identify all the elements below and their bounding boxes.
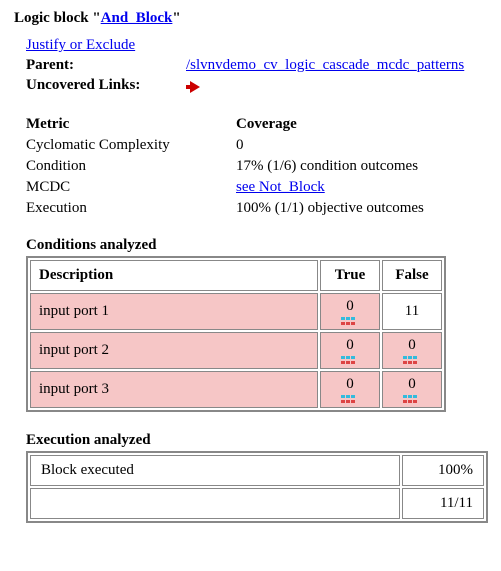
execution-table: Block executed 100% 11/11 bbox=[26, 451, 488, 523]
parent-link[interactable]: /slvnvdemo_cv_logic_cascade_mcdc_pattern… bbox=[186, 57, 464, 74]
col-false: False bbox=[382, 260, 442, 291]
cond-desc: input port 3 bbox=[30, 371, 318, 408]
tally-icon bbox=[403, 356, 421, 364]
metric-value: 100% (1/1) objective outcomes bbox=[236, 200, 466, 217]
cond-false-value: 0 bbox=[408, 337, 416, 354]
cond-false-cell: 11 bbox=[382, 293, 442, 330]
table-row: input port 3 0 0 bbox=[30, 371, 442, 408]
title-block-link[interactable]: And_Block bbox=[101, 10, 173, 26]
metrics-header-coverage: Coverage bbox=[236, 116, 466, 133]
cond-desc: input port 2 bbox=[30, 332, 318, 369]
metrics-header-metric: Metric bbox=[26, 116, 236, 133]
tally-icon bbox=[341, 317, 359, 325]
cond-false-value: 11 bbox=[405, 303, 419, 319]
cond-desc: input port 1 bbox=[30, 293, 318, 330]
table-row: Block executed 100% bbox=[30, 455, 484, 486]
table-row: 11/11 bbox=[30, 488, 484, 519]
title-prefix: Logic block " bbox=[14, 10, 101, 26]
conditions-table: Description True False input port 1 0 11… bbox=[26, 256, 446, 412]
execution-title: Execution analyzed bbox=[26, 432, 487, 449]
cond-true-cell[interactable]: 0 bbox=[320, 293, 380, 330]
justify-exclude-link[interactable]: Justify or Exclude bbox=[26, 37, 135, 54]
info-block: Justify or Exclude Parent: /slvnvdemo_cv… bbox=[26, 37, 487, 94]
cond-false-cell[interactable]: 0 bbox=[382, 371, 442, 408]
metric-name: MCDC bbox=[26, 179, 236, 196]
col-description: Description bbox=[30, 260, 318, 291]
page-title: Logic block "And_Block" bbox=[14, 10, 487, 27]
tally-icon bbox=[341, 395, 359, 403]
arrow-right-icon[interactable] bbox=[190, 81, 200, 98]
uncovered-links-label: Uncovered Links: bbox=[26, 77, 186, 94]
metric-name: Condition bbox=[26, 158, 236, 175]
title-suffix: " bbox=[172, 10, 180, 26]
col-true: True bbox=[320, 260, 380, 291]
exec-label: Block executed bbox=[30, 455, 400, 486]
metric-name: Cyclomatic Complexity bbox=[26, 137, 236, 154]
parent-label: Parent: bbox=[26, 57, 186, 74]
cond-false-value: 0 bbox=[408, 376, 416, 393]
cond-false-cell[interactable]: 0 bbox=[382, 332, 442, 369]
exec-empty bbox=[30, 488, 400, 519]
metric-value: 0 bbox=[236, 137, 466, 154]
metric-value: 17% (1/6) condition outcomes bbox=[236, 158, 466, 175]
table-row: input port 1 0 11 bbox=[30, 293, 442, 330]
table-header-row: Description True False bbox=[30, 260, 442, 291]
metrics-table: Metric Coverage Cyclomatic Complexity 0 … bbox=[26, 116, 487, 217]
cond-true-value: 0 bbox=[346, 337, 354, 354]
cond-true-cell[interactable]: 0 bbox=[320, 371, 380, 408]
tally-icon bbox=[403, 395, 421, 403]
exec-value: 11/11 bbox=[402, 488, 484, 519]
cond-true-value: 0 bbox=[346, 298, 354, 315]
table-row: input port 2 0 0 bbox=[30, 332, 442, 369]
cond-true-cell[interactable]: 0 bbox=[320, 332, 380, 369]
tally-icon bbox=[341, 356, 359, 364]
exec-value: 100% bbox=[402, 455, 484, 486]
metric-name: Execution bbox=[26, 200, 236, 217]
mcdc-link[interactable]: see Not_Block bbox=[236, 179, 325, 195]
conditions-title: Conditions analyzed bbox=[26, 237, 487, 254]
cond-true-value: 0 bbox=[346, 376, 354, 393]
